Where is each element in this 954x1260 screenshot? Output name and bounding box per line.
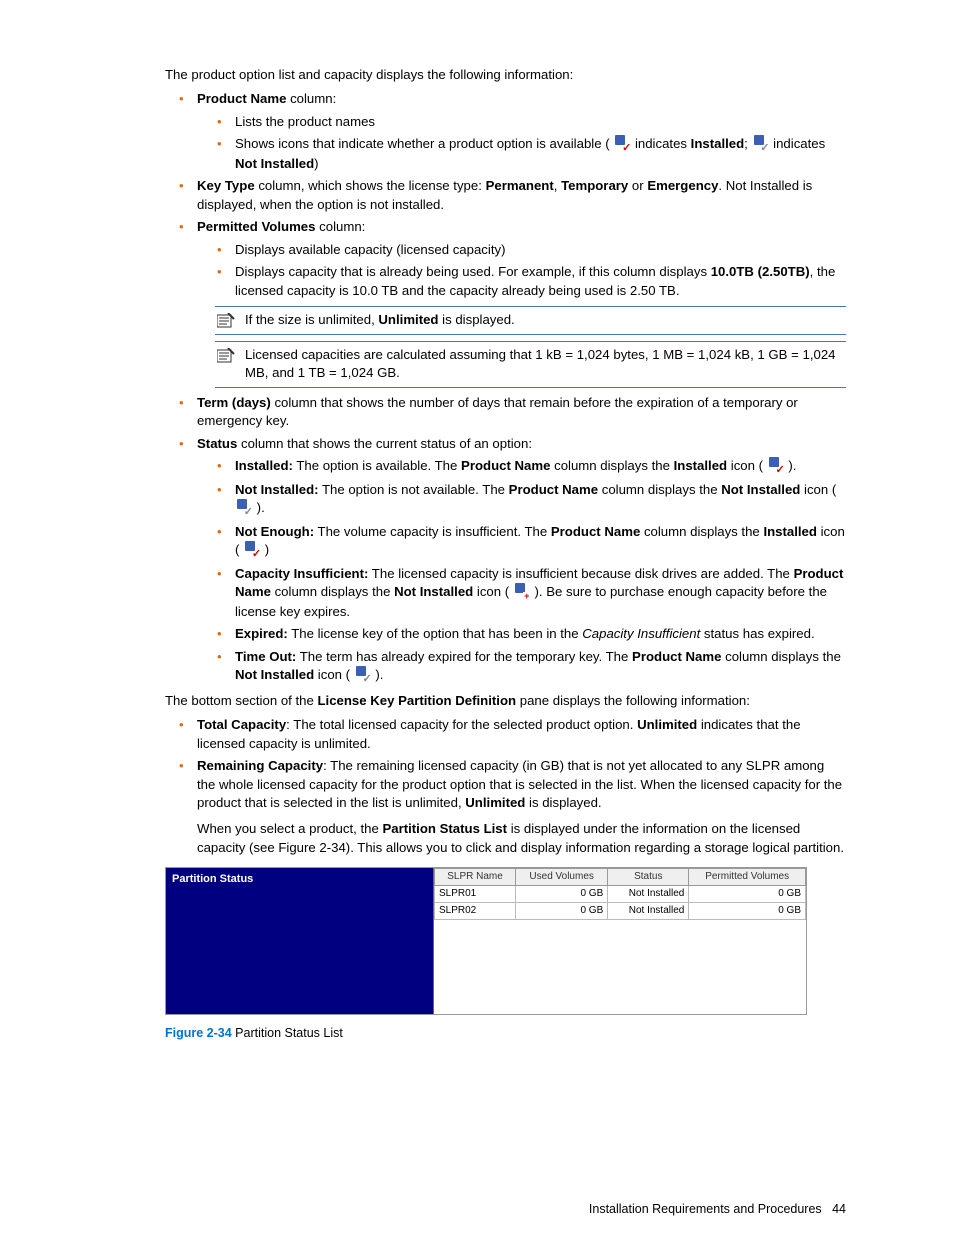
status-expired: Expired: The license key of the option t… [217,625,846,643]
item-total-capacity: Total Capacity: The total licensed capac… [179,716,846,753]
col-slpr-name: SLPR Name [435,869,516,886]
status-capacity-insufficient: Capacity Insufficient: The licensed capa… [217,565,846,621]
status-not-enough: Not Enough: The volume capacity is insuf… [217,523,846,561]
figure-caption: Figure 2-34 Partition Status List [165,1025,846,1043]
pv-sub2: Displays capacity that is already being … [217,263,846,300]
not-installed-icon: ✓ [356,666,370,685]
status-not-installed: Not Installed: The option is not availab… [217,481,846,519]
col-permitted-volumes: Permitted Volumes [689,869,806,886]
pv-sub1: Displays available capacity (licensed ca… [217,241,846,259]
not-installed-icon: ✓ [754,135,768,154]
col-used-volumes: Used Volumes [516,869,608,886]
bottom-intro: The bottom section of the License Key Pa… [165,692,846,710]
col-status: Status [608,869,689,886]
table-row[interactable]: SLPR02 0 GB Not Installed 0 GB [435,903,806,920]
pn-sub1: Lists the product names [217,113,846,131]
table-row[interactable]: SLPR01 0 GB Not Installed 0 GB [435,886,806,903]
item-term: Term (days) column that shows the number… [179,394,846,431]
not-installed-icon: ✓ [237,499,251,518]
status-time-out: Time Out: The term has already expired f… [217,648,846,686]
partition-status-table: SLPR Name Used Volumes Status Permitted … [434,868,806,920]
item-product-name: Product Name column: Lists the product n… [179,90,846,173]
partition-status-title: Partition Status [166,868,433,1014]
installed-icon: ✓ [245,541,259,560]
status-installed: Installed: The option is available. The … [217,457,846,476]
note-icon [217,313,235,329]
item-key-type: Key Type column, which shows the license… [179,177,846,214]
item-status: Status column that shows the current sta… [179,435,846,686]
pn-sub2: Shows icons that indicate whether a prod… [217,135,846,173]
note-unlimited: If the size is unlimited, Unlimited is d… [215,306,846,334]
not-installed-icon: + [515,583,529,602]
installed-icon: ✓ [615,135,629,154]
note-icon [217,348,235,364]
page-footer: Installation Requirements and Procedures… [589,1201,846,1219]
partition-status-figure: Partition Status SLPR Name Used Volumes … [165,867,807,1015]
select-product-text: When you select a product, the Partition… [197,820,846,857]
intro-text: The product option list and capacity dis… [165,66,846,84]
installed-icon: ✓ [769,457,783,476]
item-remaining-capacity: Remaining Capacity: The remaining licens… [179,757,846,857]
note-capacities: Licensed capacities are calculated assum… [215,341,846,388]
item-permitted-volumes: Permitted Volumes column: Displays avail… [179,218,846,300]
